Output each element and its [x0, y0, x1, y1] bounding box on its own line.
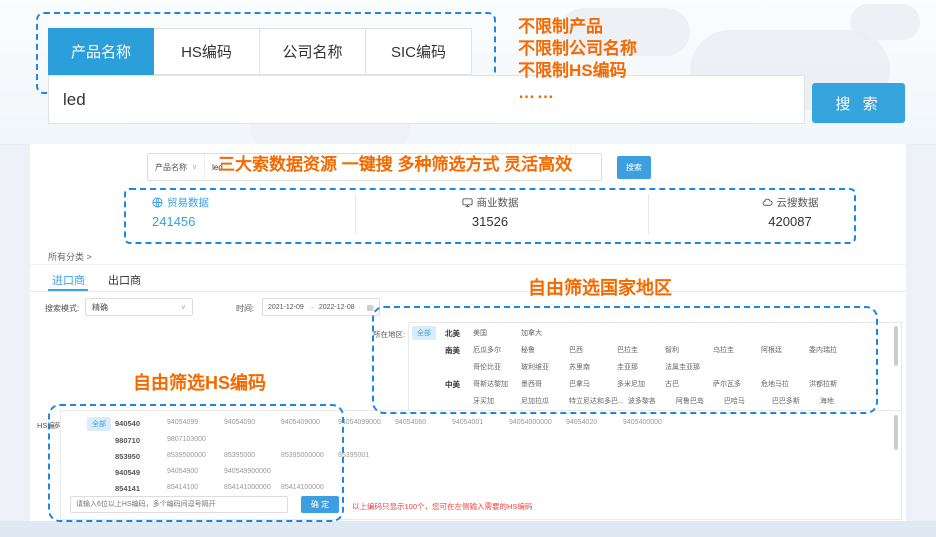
annotation-line: 不限制公司名称 — [518, 38, 637, 60]
stat-value: 420087 — [700, 214, 880, 229]
hs-code-option[interactable]: 85395001 — [338, 452, 395, 459]
hs-scrollbar[interactable] — [894, 415, 898, 450]
stat-trade-data[interactable]: 贸易数据 241456 — [152, 195, 209, 229]
breadcrumb[interactable]: 所有分类 > — [48, 250, 92, 263]
trade-data-search-page: 产品名称 HS编码 公司名称 SIC编码 搜 索 不限制产品 不限制公司名称 不… — [0, 0, 936, 537]
tab-exporter[interactable]: 出口商 — [108, 272, 141, 288]
stat-label: 云搜数据 — [777, 195, 819, 210]
stats-divider — [355, 194, 356, 234]
stat-value: 241456 — [152, 214, 209, 229]
map-watermark — [850, 4, 920, 40]
hs-code-option[interactable]: 94054099000 — [338, 419, 395, 426]
main-search-button[interactable]: 搜 索 — [812, 83, 905, 123]
mini-search-type-select[interactable]: 产品名称 ∨ — [148, 154, 205, 180]
calendar-icon: ▦ — [366, 303, 374, 312]
stat-business-data[interactable]: 商业数据 31526 — [395, 195, 585, 229]
search-type-tabs: 产品名称 HS编码 公司名称 SIC编码 — [48, 28, 472, 75]
hs-annotation-text: 自由筛选HS编码 — [133, 369, 266, 395]
stat-value: 31526 — [395, 214, 585, 229]
hero-annotation-text: 不限制产品 不限制公司名称 不限制HS编码 …… — [518, 16, 637, 104]
tab-hs-code[interactable]: HS编码 — [154, 28, 260, 75]
page-footer-strip — [0, 521, 936, 537]
search-mode-label: 搜索模式: — [45, 303, 79, 314]
globe-icon — [152, 197, 163, 208]
hs-code-option[interactable]: 94054001 — [452, 419, 509, 426]
hs-highlight-dashed-box — [48, 404, 344, 522]
hs-code-option[interactable]: 94054060 — [395, 419, 452, 426]
stat-label: 商业数据 — [477, 195, 519, 210]
chevron-down-icon: ∨ — [192, 163, 197, 171]
date-end: 2022-12-08 — [319, 304, 355, 311]
hs-code-option[interactable]: 94054000000 — [509, 419, 566, 426]
annotation-line: 不限制HS编码 — [518, 60, 637, 82]
region-annotation-text: 自由筛选国家地区 — [528, 274, 672, 300]
divider — [30, 291, 906, 292]
mini-select-value: 产品名称 — [155, 162, 187, 173]
search-mode-select[interactable]: 精确 ∨ — [85, 298, 193, 316]
date-start: 2021-12-09 — [268, 304, 304, 311]
divider — [30, 264, 906, 265]
hs-note-text: 以上编码只显示100个，您可在左侧输入需要的HS编码 — [352, 501, 532, 512]
tab-company-name[interactable]: 公司名称 — [260, 28, 366, 75]
chevron-down-icon: ∨ — [181, 303, 186, 311]
stat-label: 贸易数据 — [167, 195, 209, 210]
hs-code-option[interactable]: 9405400000 — [623, 419, 680, 426]
tab-product-name[interactable]: 产品名称 — [48, 28, 154, 75]
promo-annotation-text: 三大索数据资源 一键搜 多种筛选方式 灵活高效 — [218, 150, 572, 175]
date-separator: → — [308, 304, 315, 311]
monitor-icon — [462, 197, 473, 208]
region-scrollbar[interactable] — [894, 326, 898, 366]
tab-sic-code[interactable]: SIC编码 — [366, 28, 472, 75]
stats-divider — [648, 194, 649, 234]
annotation-line: 不限制产品 — [518, 16, 637, 38]
region-highlight-dashed-box — [372, 306, 878, 414]
main-search-input[interactable] — [48, 75, 805, 124]
time-label: 时间: — [236, 303, 254, 314]
hs-code-option[interactable]: 94054020 — [566, 419, 623, 426]
stat-cloud-data[interactable]: 云搜数据 420087 — [700, 195, 880, 229]
cloud-icon — [762, 197, 773, 208]
tab-importer[interactable]: 进口商 — [52, 272, 85, 288]
search-mode-value: 精确 — [92, 302, 108, 313]
date-range-picker[interactable]: 2021-12-09 → 2022-12-08 ▦ — [262, 298, 380, 316]
annotation-line: …… — [518, 82, 637, 104]
mini-search-button[interactable]: 搜索 — [617, 156, 651, 179]
